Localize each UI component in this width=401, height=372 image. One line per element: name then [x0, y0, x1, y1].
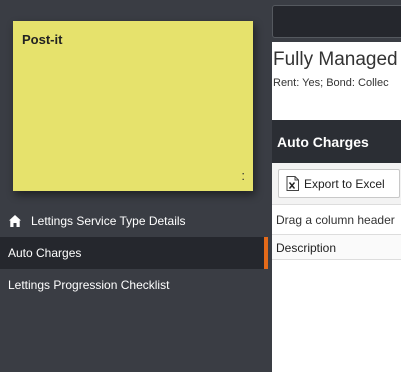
- top-bar: [272, 0, 401, 42]
- postit-menu-icon[interactable]: :: [241, 169, 245, 182]
- sidebar-item-lettings-service-type-details[interactable]: Lettings Service Type Details: [0, 205, 268, 237]
- excel-file-icon: [286, 176, 299, 191]
- grid-header-row: Description: [272, 234, 401, 260]
- panel-title: Auto Charges: [277, 134, 369, 150]
- grid-toolbar: Export to Excel: [272, 163, 401, 205]
- column-header-description[interactable]: Description: [276, 241, 336, 255]
- top-search-input[interactable]: [272, 5, 401, 38]
- sidebar-nav: Lettings Service Type Details Auto Charg…: [0, 205, 268, 301]
- sidebar-item-auto-charges[interactable]: Auto Charges: [0, 237, 268, 269]
- export-to-excel-button[interactable]: Export to Excel: [278, 169, 400, 198]
- auto-charges-panel-header: Auto Charges: [272, 120, 401, 163]
- export-button-label: Export to Excel: [304, 176, 385, 191]
- sidebar-item-lettings-progression-checklist[interactable]: Lettings Progression Checklist: [0, 269, 268, 301]
- group-drag-hint: Drag a column header: [276, 213, 395, 227]
- sidebar: Post-it : Lettings Service Type Details …: [0, 0, 268, 372]
- sidebar-item-label: Auto Charges: [8, 246, 82, 260]
- sidebar-item-label: Lettings Service Type Details: [31, 214, 186, 228]
- postit-title: Post-it: [22, 32, 63, 47]
- page-subtitle: Rent: Yes; Bond: Collec: [273, 77, 389, 89]
- page-title: Fully Managed: [273, 49, 398, 70]
- home-icon: [9, 215, 21, 227]
- sidebar-item-label: Lettings Progression Checklist: [8, 278, 170, 292]
- main-content: Fully Managed Rent: Yes; Bond: Collec Au…: [272, 42, 401, 372]
- postit-note[interactable]: Post-it :: [13, 21, 253, 191]
